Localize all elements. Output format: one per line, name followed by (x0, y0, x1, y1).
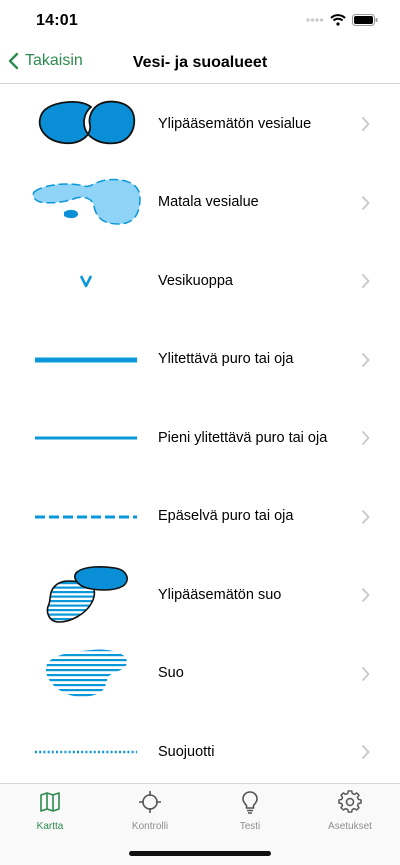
list-item-label: Suo (158, 665, 184, 682)
tab-settings[interactable]: Asetukset (300, 790, 400, 832)
list-item-small-stream[interactable]: Pieni ylitettävä puro tai oja (0, 399, 400, 478)
page-title: Vesi- ja suoalueet (132, 54, 268, 71)
status-icons (306, 14, 378, 26)
list-item-marsh[interactable]: Suo (0, 635, 400, 714)
list-item-label: Vesikuoppa (158, 272, 233, 289)
list-item-shallow-water[interactable]: Matala vesialue (0, 164, 400, 243)
status-bar: 14:01 (0, 0, 400, 44)
chevron-right-icon (361, 666, 370, 681)
list-item-water-pit[interactable]: Vesikuoppa (0, 242, 400, 321)
list-item-crossable-stream[interactable]: Ylitettävä puro tai oja (0, 321, 400, 400)
list-item-indistinct-stream[interactable]: Epäselvä puro tai oja (0, 478, 400, 557)
chevron-right-icon (361, 431, 370, 446)
tab-label: Kartta (36, 821, 64, 832)
map-icon (40, 792, 60, 812)
wifi-icon (330, 14, 346, 26)
indistinct-stream-symbol (30, 482, 142, 552)
gear-icon (338, 790, 362, 813)
tab-test[interactable]: Testi (200, 790, 300, 832)
tab-control[interactable]: Kontrolli (100, 790, 200, 832)
chevron-right-icon (361, 352, 370, 367)
list-item-narrow-marsh[interactable]: Suojuotti (0, 713, 400, 783)
crossable-stream-symbol (30, 325, 142, 395)
lightbulb-icon (242, 791, 258, 814)
chevron-right-icon (361, 588, 370, 603)
small-stream-symbol (30, 403, 142, 473)
tab-label: Asetukset (328, 821, 372, 832)
battery-icon (352, 14, 378, 26)
symbol-list: Ylipääsemätön vesialue Matala vesialue V… (0, 85, 400, 783)
list-item-label: Ylitettävä puro tai oja (158, 351, 294, 368)
list-item-label: Epäselvä puro tai oja (158, 508, 294, 525)
home-indicator (129, 851, 271, 856)
chevron-right-icon (361, 117, 370, 132)
navigation-bar: Takaisin Vesi- ja suoalueet (0, 44, 400, 84)
impassable-marsh-symbol (30, 560, 142, 630)
crosshair-icon (139, 791, 161, 813)
narrow-marsh-symbol (30, 717, 142, 783)
chevron-right-icon (361, 509, 370, 524)
list-item-label: Pieni ylitettävä puro tai oja (158, 429, 328, 446)
chevron-right-icon (361, 745, 370, 760)
list-item-label: Ylipääsemätön suo (158, 586, 282, 603)
tab-label: Kontrolli (131, 821, 169, 832)
list-item-impassable-water[interactable]: Ylipääsemätön vesialue (0, 85, 400, 164)
tab-map[interactable]: Kartta (0, 790, 100, 832)
water-pit-symbol (30, 246, 142, 316)
chevron-right-icon (361, 195, 370, 210)
list-item-label: Suojuotti (158, 743, 215, 760)
list-item-impassable-marsh[interactable]: Ylipääsemätön suo (0, 556, 400, 635)
status-time: 14:01 (36, 12, 78, 29)
shallow-water-symbol (30, 168, 142, 238)
chevron-right-icon (361, 274, 370, 289)
signal-icon (306, 18, 324, 22)
list-item-label: Matala vesialue (158, 194, 259, 211)
tab-label: Testi (239, 821, 261, 832)
impassable-water-symbol (30, 89, 142, 159)
list-item-label: Ylipääsemätön vesialue (158, 115, 312, 132)
marsh-symbol (30, 639, 142, 709)
